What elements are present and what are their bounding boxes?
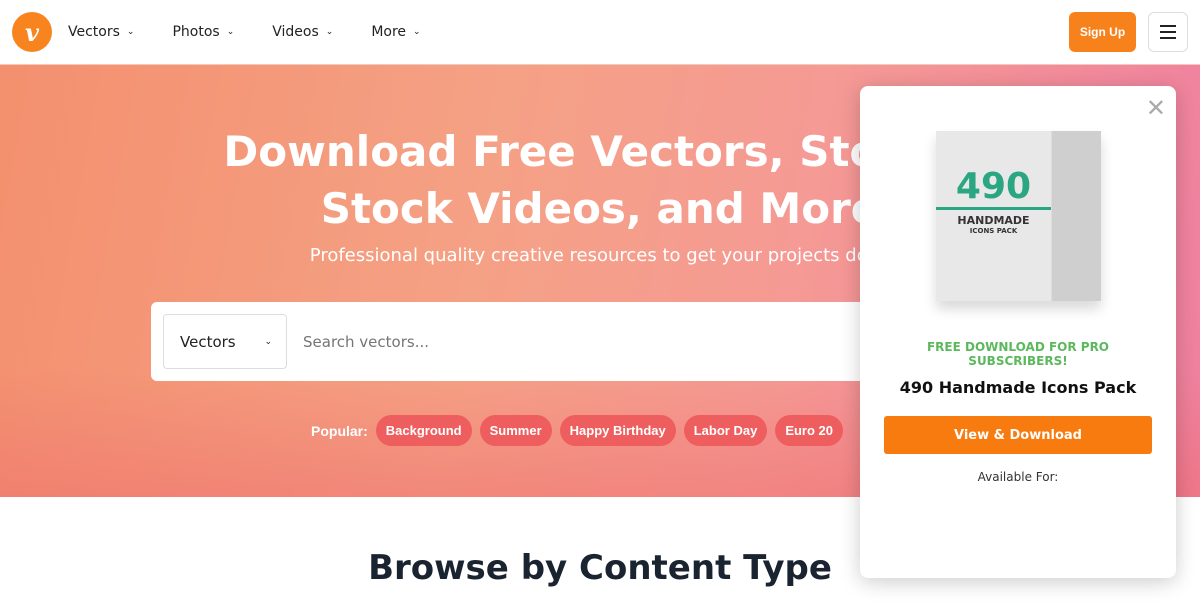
- logo[interactable]: v: [12, 12, 52, 52]
- tag[interactable]: Euro 20: [775, 415, 843, 446]
- product-image: 490 HANDMADE ICONS PACK: [936, 131, 1101, 301]
- view-download-button[interactable]: View & Download: [884, 416, 1152, 454]
- popular-tags: Popular: Background Summer Happy Birthda…: [311, 415, 843, 446]
- nav-vectors[interactable]: Vectors ⌄: [68, 24, 134, 40]
- sign-up-button[interactable]: Sign Up: [1069, 12, 1136, 52]
- nav-more[interactable]: More ⌄: [371, 24, 420, 40]
- category-select[interactable]: Vectors ⌄: [163, 314, 287, 369]
- chevron-down-icon: ⌄: [325, 27, 334, 37]
- nav-label: Vectors: [68, 24, 120, 40]
- search-bar: Vectors ⌄: [151, 302, 951, 381]
- nav-label: Videos: [272, 24, 319, 40]
- nav-label: More: [371, 24, 407, 40]
- tag[interactable]: Labor Day: [683, 415, 768, 446]
- product-title: 490 Handmade Icons Pack: [899, 378, 1137, 397]
- promo-text: FREE DOWNLOAD FOR PRO SUBSCRIBERS!: [926, 340, 1110, 368]
- nav-label: Photos: [172, 24, 220, 40]
- available-for-label: Available For:: [977, 470, 1059, 484]
- popular-label: Popular:: [311, 422, 368, 439]
- chevron-down-icon: ⌄: [413, 27, 421, 37]
- close-icon[interactable]: ✕: [1146, 94, 1166, 122]
- tag[interactable]: Summer: [479, 415, 552, 446]
- tag[interactable]: Happy Birthday: [559, 415, 676, 446]
- chevron-down-icon: ⌄: [126, 27, 135, 37]
- chevron-down-icon: ⌄: [264, 336, 272, 347]
- hamburger-menu-icon[interactable]: [1148, 12, 1188, 52]
- promo-popup: ✕ 490 HANDMADE ICONS PACK FREE DOWNLOAD …: [860, 86, 1176, 578]
- top-nav: v Vectors ⌄ Photos ⌄ Videos ⌄ More ⌄: [0, 0, 1200, 65]
- search-input[interactable]: [303, 332, 951, 351]
- chevron-down-icon: ⌄: [226, 27, 235, 37]
- nav-videos[interactable]: Videos ⌄: [272, 24, 333, 40]
- tag[interactable]: Background: [375, 415, 472, 446]
- nav-photos[interactable]: Photos ⌄: [172, 24, 234, 40]
